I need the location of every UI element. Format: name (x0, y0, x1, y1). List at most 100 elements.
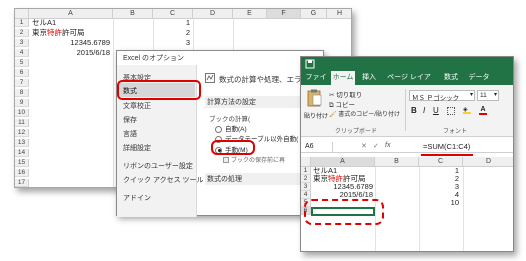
title-bar (301, 57, 513, 71)
row-header-2[interactable]: 2 (15, 29, 29, 37)
column-header-b[interactable]: B (375, 157, 419, 167)
row-header-15[interactable]: 15 (15, 159, 29, 167)
row-header-7[interactable]: 7 (15, 79, 29, 87)
formulas-heading: 数式の計算や処理、エラ (219, 75, 302, 84)
format-painter-button[interactable]: 🖌 書式のコピー/貼り付け (329, 109, 400, 118)
font-name-value: ＭＳ Ｐゴシック (412, 95, 460, 102)
row-header-1[interactable]: 1 (301, 167, 311, 175)
nav-item-addins[interactable]: アドイン (123, 193, 151, 203)
row-header-11[interactable]: 11 (15, 119, 29, 127)
radio-auto[interactable] (215, 125, 222, 133)
row-header-9[interactable]: 9 (15, 99, 29, 107)
paste-button[interactable]: 貼り付け (304, 89, 328, 125)
formula-underline-highlight (421, 154, 473, 156)
row-header-5[interactable]: 5 (15, 59, 29, 67)
cancel-icon[interactable]: ✕ (361, 142, 367, 150)
excel-options-dialog: Excel のオプション 基本設定 数式 文章校正 保存 言語 詳細設定 リボン… (116, 50, 325, 217)
tab-formulas[interactable]: 数式 (441, 71, 461, 85)
cell-a1[interactable]: セルA1 (32, 18, 56, 28)
option-recalc-before-save[interactable]: ブックの保存前に再 (223, 155, 285, 164)
font-size-value: 11 (480, 92, 487, 99)
cell-c1[interactable]: 1 (153, 18, 190, 28)
brush-icon: 🖌 (329, 112, 337, 118)
option-auto-label: 自動(A) (225, 126, 247, 133)
font-size-select[interactable]: 11 ▾ (477, 90, 499, 101)
cell-a2[interactable]: 東京特許許可局 (32, 28, 85, 38)
row-header-6[interactable]: 6 (15, 69, 29, 77)
cell-a4[interactable]: 2015/6/18 (311, 190, 373, 199)
row-header-4[interactable]: 4 (301, 191, 311, 199)
chevron-down-icon: ▾ (493, 92, 497, 98)
scissors-icon: ✂ (329, 92, 335, 99)
column-header-e[interactable]: E (233, 9, 267, 19)
column-header-d[interactable]: D (463, 157, 513, 167)
tab-page-layout[interactable]: ページ レイアウト (385, 71, 433, 95)
cut-button-label: 切り取り (336, 92, 363, 99)
select-all-corner[interactable] (15, 9, 29, 19)
tab-data[interactable]: データ (467, 71, 491, 85)
copy-button-label: コピー (335, 102, 355, 109)
row-header-14[interactable]: 14 (15, 149, 29, 157)
formula-bar: A6 ✕ ✓ fx =SUM(C1:C4) (301, 141, 513, 153)
clipboard-group-label: クリップボード (335, 129, 378, 135)
row-header-8[interactable]: 8 (15, 89, 29, 97)
tab-home[interactable]: ホーム (331, 71, 355, 85)
font-color-icon[interactable]: A (479, 106, 487, 115)
font-group-label: フォント (443, 129, 468, 135)
save-icon[interactable] (305, 59, 315, 69)
select-all-corner[interactable] (301, 157, 311, 167)
option-auto[interactable]: 自動(A) (215, 123, 247, 133)
underline-button[interactable]: U (433, 106, 439, 115)
column-header-h[interactable]: H (327, 9, 351, 19)
cell-a2-text-highlight: 特許 (47, 28, 62, 37)
row-header-2[interactable]: 2 (301, 175, 311, 183)
insert-function-icon[interactable]: fx (385, 142, 390, 149)
row-header-17[interactable]: 17 (15, 179, 29, 187)
formulas-icon (205, 73, 215, 83)
nav-item-save[interactable]: 保存 (123, 115, 137, 125)
row-header-12[interactable]: 12 (15, 129, 29, 137)
nav-item-customize-ribbon[interactable]: リボンのユーザー設定 (123, 161, 193, 171)
nav-item-language[interactable]: 言語 (123, 129, 137, 139)
dialog-title: Excel のオプション (123, 55, 185, 62)
column-header-g[interactable]: G (301, 9, 327, 19)
tab-insert[interactable]: 挿入 (359, 71, 379, 85)
borders-icon[interactable] (447, 107, 455, 115)
row-header-13[interactable]: 13 (15, 139, 29, 147)
row-header-1[interactable]: 1 (15, 19, 29, 27)
cell-c2[interactable]: 2 (153, 28, 190, 38)
fill-color-icon[interactable]: ◈ (463, 106, 471, 114)
nav-item-advanced[interactable]: 詳細設定 (123, 143, 151, 153)
column-header-f[interactable]: F (267, 9, 301, 19)
checkbox-recalc-before-save[interactable] (223, 157, 229, 164)
italic-button[interactable]: I (423, 106, 425, 115)
ribbon-group-divider (405, 89, 406, 131)
tab-file[interactable]: ファイル (303, 71, 329, 95)
cut-button[interactable]: ✂ 切り取り (329, 89, 362, 99)
ribbon-body: 貼り付け ✂ 切り取り ⧉ コピー 🖌 書式のコピー/貼り付け クリップボード … (301, 85, 513, 137)
format-painter-button-label: 書式のコピー/貼り付け (338, 112, 400, 118)
nav-item-proofing[interactable]: 文章校正 (123, 101, 151, 111)
copy-icon: ⧉ (329, 102, 334, 109)
cell-c3[interactable]: 3 (153, 38, 190, 48)
column-header-d[interactable]: D (193, 9, 233, 19)
cell-a4[interactable]: 2015/6/18 (29, 48, 110, 58)
formula-input[interactable]: =SUM(C1:C4) (423, 142, 470, 152)
row-header-4[interactable]: 4 (15, 49, 29, 57)
bold-button[interactable]: B (411, 106, 417, 115)
cell-a2-text-pre: 東京 (32, 28, 47, 37)
ribbon-tab-bar: ファイル ホーム 挿入 ページ レイアウト 数式 データ (301, 71, 513, 95)
formulas-highlight-box (117, 80, 201, 100)
row-header-3[interactable]: 3 (301, 183, 311, 191)
chevron-down-icon: ▾ (469, 92, 473, 98)
row-header-3[interactable]: 3 (15, 39, 29, 47)
enter-icon[interactable]: ✓ (373, 142, 379, 150)
column-header-b[interactable]: B (113, 9, 153, 19)
name-box[interactable]: A6 (303, 142, 333, 152)
option-recalc-before-save-label: ブックの保存前に再 (231, 158, 286, 164)
cell-a3[interactable]: 12345.6789 (29, 38, 110, 48)
cell-c5[interactable]: 10 (419, 198, 459, 207)
row-header-10[interactable]: 10 (15, 109, 29, 117)
font-name-select[interactable]: ＭＳ Ｐゴシック ▾ (409, 90, 475, 102)
row-header-16[interactable]: 16 (15, 169, 29, 177)
